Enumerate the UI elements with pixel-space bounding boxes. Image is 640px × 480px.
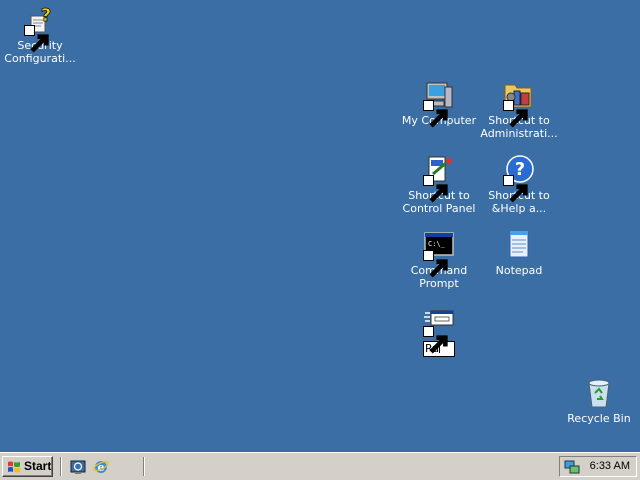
desktop-icon-run[interactable]: Ru xyxy=(399,305,479,357)
help-icon: ? xyxy=(503,154,535,203)
shortcut-arrow-icon xyxy=(423,175,448,203)
desktop-icon-command-prompt[interactable]: C:\_ Command Prompt xyxy=(399,229,479,290)
notepad-icon xyxy=(503,229,535,261)
recycle-bin-icon xyxy=(583,377,615,409)
shortcut-arrow-icon xyxy=(423,250,448,278)
internet-explorer-icon[interactable]: e xyxy=(92,458,110,476)
windows-flag-icon xyxy=(8,461,20,473)
clock[interactable]: 6:33 AM xyxy=(590,460,630,472)
shortcut-arrow-icon xyxy=(503,100,528,128)
desktop-icon-my-computer[interactable]: My Computer xyxy=(399,79,479,128)
taskbar: Start e 6:33 AM xyxy=(0,452,640,480)
desktop-icon-help[interactable]: ? Shortcut to &Help a... xyxy=(479,154,559,215)
desktop-icon-control-panel[interactable]: Shortcut to Control Panel xyxy=(399,154,479,215)
taskbar-separator xyxy=(143,457,145,476)
start-button[interactable]: Start xyxy=(2,456,53,477)
command-prompt-icon: C:\_ xyxy=(423,229,455,278)
desktop-icon-recycle-bin[interactable]: Recycle Bin xyxy=(559,377,639,425)
network-tray-icon[interactable] xyxy=(564,459,580,475)
svg-text:?: ? xyxy=(41,5,51,26)
system-tray: 6:33 AM xyxy=(559,456,637,477)
security-configuration-icon: ? xyxy=(24,4,56,53)
shortcut-arrow-icon xyxy=(24,25,49,53)
shortcut-arrow-icon xyxy=(503,175,528,203)
shortcut-arrow-icon xyxy=(423,100,448,128)
run-icon xyxy=(423,305,455,354)
show-desktop-icon[interactable] xyxy=(69,458,87,476)
start-label: Start xyxy=(24,459,52,473)
desktop-icon-label: Notepad xyxy=(495,264,543,277)
svg-text:C:\_: C:\_ xyxy=(428,240,446,248)
control-panel-icon xyxy=(423,154,455,203)
desktop-icon-notepad[interactable]: Notepad xyxy=(479,229,559,277)
administrative-tools-icon xyxy=(503,79,535,128)
desktop-icon-security-configuration[interactable]: ? Security Configurati... xyxy=(0,4,80,65)
desktop[interactable]: ? Security Configurati... My Computer Sh… xyxy=(0,0,640,452)
desktop-icon-label: Recycle Bin xyxy=(567,412,631,425)
my-computer-icon xyxy=(423,79,455,128)
desktop-icon-administrative-tools[interactable]: Shortcut to Administrati... xyxy=(479,79,559,140)
shortcut-arrow-icon xyxy=(423,326,448,354)
taskbar-separator xyxy=(60,457,62,476)
